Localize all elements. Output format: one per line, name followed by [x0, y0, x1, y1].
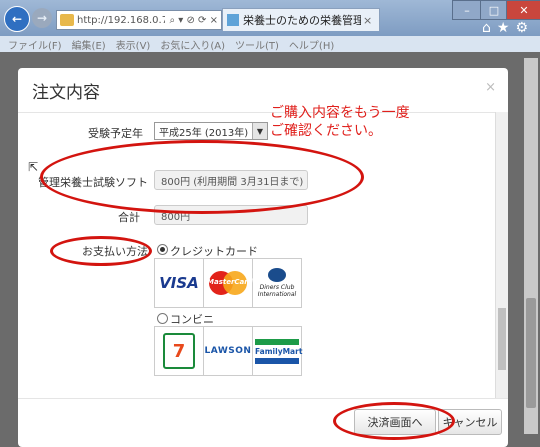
minimize-button[interactable]: – [452, 0, 482, 20]
back-arrow-icon: ← [11, 12, 23, 26]
annotation-ellipse-product [40, 140, 364, 214]
page-scroll-thumb[interactable] [526, 298, 536, 408]
chevron-down-icon[interactable]: ▼ [252, 123, 267, 139]
convenience-store-radio[interactable] [157, 313, 168, 324]
visa-logo: VISA [155, 259, 204, 307]
address-tools-icons[interactable]: ⌕ ▾ ⊘ ⟳ × [170, 15, 221, 26]
modal-scroll-thumb[interactable] [498, 308, 506, 370]
tab-close-icon[interactable]: × [363, 14, 372, 27]
address-url[interactable]: http://192.168.0.7:90 [77, 15, 165, 26]
exam-year-select[interactable]: 平成25年 (2013年) ▼ [154, 122, 268, 140]
tab-favicon-icon [227, 14, 239, 26]
menu-file[interactable]: ファイル(F) [8, 37, 62, 52]
exam-year-value: 平成25年 (2013年) [159, 127, 249, 139]
mastercard-logo: MasterCard [204, 259, 253, 307]
convenience-store-label[interactable]: コンビニ [170, 311, 214, 327]
lawson-logo: LAWSON [204, 327, 253, 375]
page-scrollbar[interactable] [524, 58, 538, 434]
seven-eleven-logo: 7 [155, 327, 204, 375]
modal-header: 注文内容 × [18, 68, 508, 113]
menu-edit[interactable]: 編集(E) [72, 37, 106, 52]
back-button[interactable]: ← [4, 6, 30, 32]
window-close-button[interactable]: ✕ [506, 0, 540, 20]
annotation-ellipse-checkout [333, 402, 455, 440]
total-label: 合計 [118, 211, 140, 224]
home-favorites-settings-icons[interactable]: ⌂★⚙ [482, 20, 534, 36]
menu-tools[interactable]: ツール(T) [235, 37, 279, 52]
menu-favorites[interactable]: お気に入り(A) [160, 37, 225, 52]
exam-year-label: 受験予定年 [88, 127, 143, 140]
familymart-logo: FamilyMart [253, 327, 302, 375]
annotation-note: ご購入内容をもう一度 ご確認ください。 [270, 104, 410, 140]
page-favicon-icon [60, 14, 74, 26]
credit-card-radio[interactable] [157, 244, 168, 255]
annotation-ellipse-payment [50, 236, 152, 266]
menu-view[interactable]: 表示(V) [116, 37, 151, 52]
credit-card-label[interactable]: クレジットカード [170, 243, 258, 259]
annotation-note-line1: ご購入内容をもう一度 [270, 105, 410, 121]
modal-scrollbar[interactable] [495, 112, 508, 398]
convenience-store-logos: 7 LAWSON FamilyMart [154, 326, 302, 376]
mouse-cursor-icon: ⇱ [28, 160, 39, 174]
browser-tab[interactable]: 栄養士のための栄養管理... × [222, 8, 380, 31]
diners-club-logo: Diners Club International [253, 259, 301, 307]
forward-arrow-icon: → [36, 11, 48, 25]
forward-button[interactable]: → [32, 8, 52, 28]
modal-close-icon[interactable]: × [485, 80, 496, 95]
tab-title: 栄養士のための栄養管理... [243, 14, 361, 27]
modal-title: 注文内容 [32, 83, 100, 103]
maximize-button[interactable]: □ [480, 0, 508, 20]
address-bar[interactable]: http://192.168.0.7:90 ⌕ ▾ ⊘ ⟳ × [56, 10, 222, 30]
credit-card-logos: VISA MasterCard Diners Club Internationa… [154, 258, 302, 308]
annotation-note-line2: ご確認ください。 [270, 123, 382, 139]
menu-bar: ファイル(F) 編集(E) 表示(V) お気に入り(A) ツール(T) ヘルプ(… [0, 36, 540, 52]
browser-titlebar: ← → http://192.168.0.7:90 ⌕ ▾ ⊘ ⟳ × 栄養士の… [0, 0, 540, 36]
menu-help[interactable]: ヘルプ(H) [289, 37, 334, 52]
